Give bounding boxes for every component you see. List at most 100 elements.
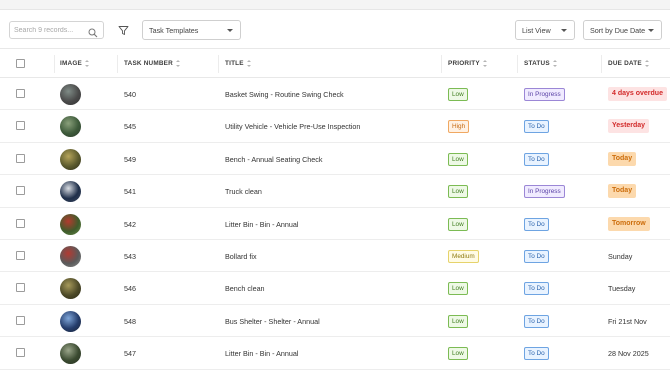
status-badge: To Do	[524, 249, 549, 263]
sort-icon[interactable]	[482, 60, 488, 67]
task-title[interactable]: Bus Shelter - Shelter - Annual	[225, 317, 320, 326]
table-row[interactable]: 542 Litter Bin - Bin - Annual Low To Do …	[0, 208, 670, 240]
task-thumbnail[interactable]	[60, 84, 81, 105]
column-header-priority-label: PRIORITY	[448, 60, 480, 67]
task-title[interactable]: Bollard fix	[225, 252, 257, 261]
task-title[interactable]: Bench clean	[225, 284, 265, 293]
status-badge: To Do	[524, 120, 549, 134]
column-header-status[interactable]: STATUS	[524, 60, 558, 67]
task-number: 542	[124, 219, 136, 229]
sort-icon[interactable]	[175, 60, 181, 67]
task-thumbnail[interactable]	[60, 278, 81, 300]
row-checkbox[interactable]	[16, 89, 25, 98]
search-input[interactable]	[14, 26, 90, 34]
due-date: Tuesday	[608, 284, 636, 294]
task-title[interactable]: Bench - Annual Seating Check	[225, 155, 323, 164]
search-box[interactable]	[9, 21, 104, 39]
chevron-down-icon	[561, 29, 567, 32]
due-date: 28 Nov 2025	[608, 349, 649, 359]
column-header-priority[interactable]: PRIORITY	[448, 60, 488, 67]
task-thumbnail[interactable]	[60, 181, 81, 203]
row-checkbox[interactable]	[16, 348, 25, 358]
priority-badge: Medium	[448, 249, 479, 263]
row-checkbox[interactable]	[16, 186, 25, 196]
row-checkbox[interactable]	[16, 283, 25, 293]
status-badge: To Do	[524, 314, 549, 328]
column-divider	[54, 55, 55, 73]
task-number: 549	[124, 154, 136, 164]
task-title[interactable]: Litter Bin - Bin - Annual	[225, 220, 299, 229]
column-header-due-date[interactable]: DUE DATE	[608, 60, 650, 67]
column-header-task-number[interactable]: TASK NUMBER	[124, 60, 181, 67]
task-thumbnail[interactable]	[60, 148, 81, 170]
task-title[interactable]: Utility Vehicle - Vehicle Pre-Use Inspec…	[225, 122, 360, 131]
status-badge: To Do	[524, 347, 549, 361]
task-list-page: Task Templates List View Sort by Due Dat…	[0, 0, 670, 378]
sort-icon[interactable]	[246, 60, 252, 67]
view-select-label: List View	[522, 25, 551, 35]
sort-select[interactable]: Sort by Due Date	[583, 20, 662, 40]
sort-icon[interactable]	[552, 60, 558, 67]
row-checkbox[interactable]	[16, 315, 25, 325]
status-badge: To Do	[524, 217, 549, 231]
toolbar: Task Templates List View Sort by Due Dat…	[0, 18, 670, 42]
table-row[interactable]: 540 Basket Swing - Routine Swing Check L…	[0, 78, 670, 111]
table-body: 540 Basket Swing - Routine Swing Check L…	[0, 78, 670, 370]
table-header: IMAGE TASK NUMBER TITLE PRIORITY STATUS …	[0, 48, 670, 78]
task-thumbnail[interactable]	[60, 213, 81, 235]
priority-badge: Low	[448, 152, 468, 166]
task-title[interactable]: Litter Bin - Bin - Annual	[225, 349, 299, 358]
table-row[interactable]: 541 Truck clean Low In Progress Today	[0, 175, 670, 208]
row-checkbox[interactable]	[16, 121, 25, 131]
task-templates-select-label: Task Templates	[149, 25, 199, 35]
due-date-badge: 4 days overdue	[608, 87, 667, 101]
table-row[interactable]: 548 Bus Shelter - Shelter - Annual Low T…	[0, 305, 670, 338]
priority-badge: Low	[448, 314, 468, 328]
task-number: 540	[124, 90, 136, 99]
column-header-due-date-label: DUE DATE	[608, 60, 642, 67]
priority-badge: High	[448, 120, 470, 134]
view-select[interactable]: List View	[515, 20, 575, 40]
task-number: 543	[124, 251, 136, 261]
sort-icon[interactable]	[644, 60, 650, 67]
top-bar	[0, 0, 670, 10]
table-row[interactable]: 547 Litter Bin - Bin - Annual Low To Do …	[0, 337, 670, 370]
column-header-title-label: TITLE	[225, 60, 244, 67]
task-number: 545	[124, 122, 136, 132]
column-header-image[interactable]: IMAGE	[60, 60, 90, 67]
task-thumbnail[interactable]	[60, 310, 81, 332]
table-row[interactable]: 545 Utility Vehicle - Vehicle Pre-Use In…	[0, 110, 670, 143]
table-row[interactable]: 549 Bench - Annual Seating Check Low To …	[0, 143, 670, 176]
status-badge: In Progress	[524, 185, 565, 199]
column-divider	[601, 55, 602, 73]
task-thumbnail[interactable]	[60, 245, 81, 267]
chevron-down-icon	[227, 29, 233, 32]
status-badge: In Progress	[524, 88, 565, 101]
column-divider	[117, 55, 118, 73]
due-date: Fri 21st Nov	[608, 316, 647, 326]
task-thumbnail[interactable]	[60, 343, 81, 365]
task-title[interactable]: Basket Swing - Routine Swing Check	[225, 90, 344, 99]
row-checkbox[interactable]	[16, 153, 25, 163]
column-divider	[517, 55, 518, 73]
sort-icon[interactable]	[84, 60, 90, 67]
filter-icon[interactable]	[117, 22, 129, 38]
chevron-down-icon	[648, 29, 654, 32]
column-header-title[interactable]: TITLE	[225, 60, 252, 67]
task-title[interactable]: Truck clean	[225, 187, 262, 196]
row-checkbox[interactable]	[16, 218, 25, 228]
table-row[interactable]: 543 Bollard fix Medium To Do Sunday	[0, 240, 670, 273]
table-row[interactable]: 546 Bench clean Low To Do Tuesday	[0, 272, 670, 305]
due-date-badge: Today	[608, 184, 637, 199]
column-divider	[441, 55, 442, 73]
row-checkbox[interactable]	[16, 250, 25, 260]
search-icon[interactable]	[88, 25, 98, 43]
column-header-status-label: STATUS	[524, 60, 550, 67]
due-date-badge: Tomorrow	[608, 216, 650, 231]
task-templates-select[interactable]: Task Templates	[142, 20, 241, 40]
task-thumbnail[interactable]	[60, 116, 81, 138]
column-divider	[218, 55, 219, 73]
priority-badge: Low	[448, 88, 468, 101]
select-all-checkbox[interactable]	[16, 59, 25, 68]
task-table: IMAGE TASK NUMBER TITLE PRIORITY STATUS …	[0, 48, 670, 370]
